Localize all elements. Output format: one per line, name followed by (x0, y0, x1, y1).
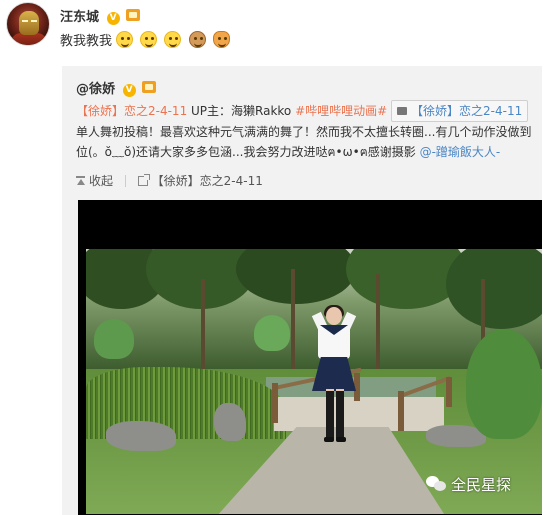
external-link-icon[interactable] (137, 174, 150, 186)
dancer-sock (336, 391, 344, 439)
post-author-name[interactable]: 汪东城 (60, 10, 99, 25)
rock (214, 403, 246, 441)
tree-trunk (201, 279, 205, 369)
repost-author[interactable]: @徐娇 V (76, 78, 157, 97)
bridge-post (272, 383, 278, 423)
video-card-chip[interactable]: 【徐娇】恋之2-4-11 (391, 100, 529, 122)
divider (124, 175, 126, 187)
bridge-post (446, 377, 452, 407)
post-text: 教我教我 (60, 30, 233, 49)
dancer-skirt (312, 357, 356, 391)
dancer-sock (326, 391, 334, 439)
dancer-shoe (336, 437, 346, 442)
fern-plant (254, 315, 290, 351)
tree-trunk (376, 274, 380, 369)
uploader-label: UP主：海獭Rakko (187, 104, 296, 118)
video-player[interactable] (78, 200, 542, 515)
vip-crown-icon (126, 9, 141, 21)
video-source-link[interactable]: 【徐娇】恋之2-4-11 (152, 174, 263, 188)
crying-laugh-emoji-icon (140, 31, 158, 48)
tree-trunk (291, 269, 295, 369)
avatar-figure-eye (31, 20, 37, 22)
fern-plant (94, 319, 134, 359)
laughing-emoji-icon (164, 31, 182, 48)
avatar[interactable] (6, 2, 50, 46)
dancer-head (326, 307, 342, 325)
cat-face-emoji-icon (212, 31, 230, 48)
watermark-text: 全民星探 (451, 476, 512, 494)
verified-v-icon: V (122, 84, 136, 97)
collapse-icon[interactable] (76, 176, 85, 186)
tree-foliage (236, 249, 356, 304)
weibo-post: 汪东城 V 教我教我 @徐娇 V 【徐娇】恋之2-4-11 UP主：海獭Rakk… (0, 0, 550, 515)
dancer-figure (306, 305, 362, 472)
crying-laugh-emoji-icon (116, 31, 134, 48)
repost-card: @徐娇 V 【徐娇】恋之2-4-11 UP主：海獭Rakko #哔哩哔哩动画# … (62, 66, 542, 515)
watermark: 全民星探 (426, 474, 511, 495)
mention-link[interactable]: @-蹭瑜飯大人- (420, 145, 501, 159)
post-author[interactable]: 汪东城 V (60, 6, 141, 25)
avatar-figure-eye (22, 20, 28, 22)
rock (106, 421, 176, 451)
video-card-chip-label[interactable]: 【徐娇】恋之2-4-11 (411, 104, 522, 118)
wechat-icon (426, 476, 446, 492)
dog-face-emoji-icon (188, 31, 206, 48)
vip-crown-icon (142, 81, 157, 93)
repost-text: 【徐娇】恋之2-4-11 UP主：海獭Rakko #哔哩哔哩动画# 【徐娇】恋之… (76, 100, 538, 162)
video-title-link[interactable]: 【徐娇】恋之2-4-11 (76, 104, 187, 118)
repost-author-name[interactable]: @徐娇 (76, 82, 115, 97)
video-camera-icon (397, 107, 408, 115)
bridge-post (398, 391, 404, 431)
topic-hashtag-link[interactable]: #哔哩哔哩动画# (295, 104, 387, 118)
tree-foliage (446, 249, 542, 329)
avatar-figure-helmet (19, 11, 39, 35)
post-text-content: 教我教我 (60, 34, 113, 49)
dancer-shoe (324, 437, 334, 442)
collapse-button[interactable]: 收起 (89, 174, 113, 188)
banana-plant (466, 329, 542, 439)
verified-v-icon: V (106, 12, 120, 25)
repost-actions: 收起 【徐娇】恋之2-4-11 (76, 172, 263, 189)
